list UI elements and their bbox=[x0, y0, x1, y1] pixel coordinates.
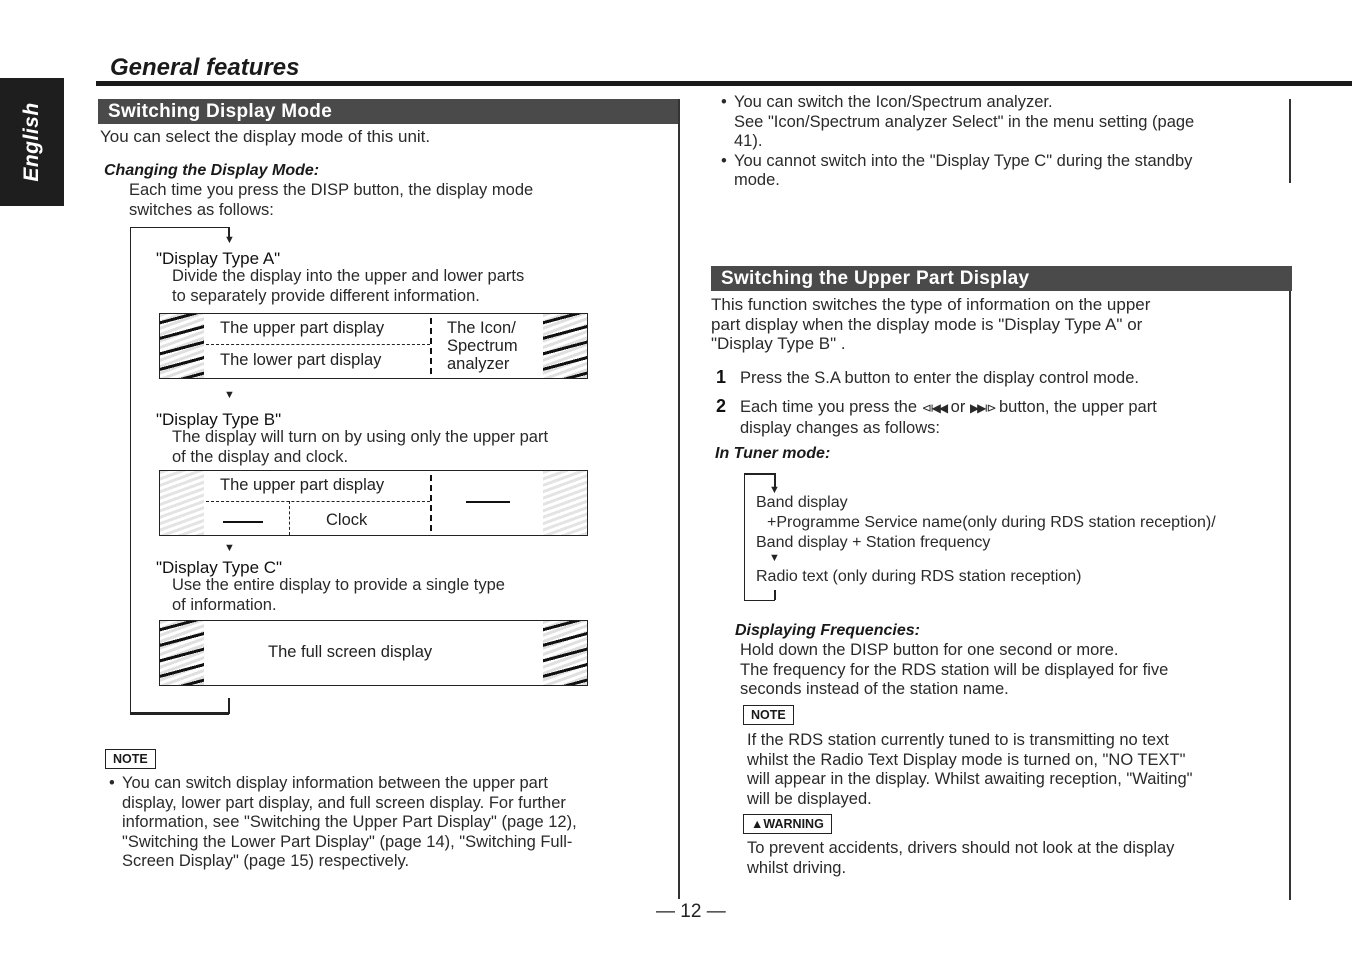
icon-spectrum-label: The Icon/ Spectrum analyzer bbox=[447, 319, 518, 373]
rds-note-text: If the RDS station currently tuned to is… bbox=[747, 731, 1193, 808]
tuner-flow-item-1: Band display +Programme Service name(onl… bbox=[756, 493, 1216, 553]
note-label: NOTE bbox=[743, 705, 794, 725]
mode-c-title: "Display Type C" bbox=[156, 558, 283, 577]
upper-part-label: The upper part display bbox=[220, 476, 385, 494]
list-item: • You can switch display information bet… bbox=[109, 774, 577, 870]
upper-part-label: The upper part display bbox=[220, 319, 385, 337]
display-edge-pattern bbox=[160, 621, 204, 685]
step-2: 2 Each time you press the ⧏◀◀ or ▶▶⧐ but… bbox=[716, 396, 1157, 437]
title-rule bbox=[96, 81, 1352, 86]
warning-triangle-icon: ▲ bbox=[751, 817, 764, 831]
mode-a-title: "Display Type A" bbox=[156, 249, 281, 268]
section-heading-display-mode: Switching Display Mode bbox=[98, 99, 679, 124]
arrow-down-icon: ▼ bbox=[224, 389, 235, 401]
step-1: 1 Press the S.A button to enter the disp… bbox=[716, 367, 1139, 387]
display-edge-pattern bbox=[543, 471, 587, 535]
upper-part-intro: This function switches the type of infor… bbox=[711, 295, 1151, 353]
display-edge-pattern bbox=[543, 621, 587, 685]
lower-part-label: The lower part display bbox=[220, 351, 382, 369]
page-title: General features bbox=[110, 54, 300, 81]
right-margin-line bbox=[1289, 266, 1291, 900]
note-label: NOTE bbox=[105, 749, 156, 769]
warning-text: To prevent accidents, drivers should not… bbox=[747, 839, 1175, 877]
intro-text: You can select the display mode of this … bbox=[100, 127, 431, 146]
instruction-text: Each time you press the DISP button, the… bbox=[129, 181, 534, 219]
bullet-icon: • bbox=[721, 93, 727, 111]
page-number: — 12 — bbox=[656, 901, 726, 922]
note-bullet-list: • You can switch display information bet… bbox=[109, 774, 577, 872]
mode-b-title: "Display Type B" bbox=[156, 410, 282, 429]
list-item: • You cannot switch into the "Display Ty… bbox=[721, 151, 1193, 190]
frequencies-text: Hold down the DISP button for one second… bbox=[740, 641, 1169, 698]
previous-track-icon: ⧏◀◀ bbox=[921, 401, 949, 415]
display-edge-pattern bbox=[160, 471, 204, 535]
language-tab-label: English bbox=[20, 102, 43, 182]
display-panel-type-a: The upper part display The lower part di… bbox=[159, 313, 588, 379]
display-edge-pattern bbox=[160, 314, 204, 378]
bullet-icon: • bbox=[109, 774, 115, 792]
display-edge-pattern bbox=[543, 314, 587, 378]
full-screen-label: The full screen display bbox=[268, 643, 433, 661]
frequencies-heading: Displaying Frequencies: bbox=[735, 622, 920, 639]
clock-label: Clock bbox=[326, 511, 368, 529]
arrow-down-icon: ▼ bbox=[769, 552, 780, 564]
mode-c-description: Use the entire display to provide a sing… bbox=[172, 576, 505, 614]
right-margin-line bbox=[1289, 99, 1291, 183]
section-heading-upper-part: Switching the Upper Part Display bbox=[711, 266, 1292, 291]
step-number: 2 bbox=[716, 396, 727, 416]
tuner-flow-item-2: Radio text (only during RDS station rece… bbox=[756, 567, 1082, 587]
mode-b-description: The display will turn on by using only t… bbox=[172, 428, 549, 466]
right-bullet-list: • You can switch the Icon/Spectrum analy… bbox=[721, 93, 1194, 191]
language-tab: English bbox=[0, 78, 64, 206]
tuner-mode-heading: In Tuner mode: bbox=[715, 445, 831, 462]
step-number: 1 bbox=[716, 367, 727, 387]
bullet-icon: • bbox=[721, 151, 727, 170]
display-panel-type-b: The upper part display Clock bbox=[159, 470, 588, 536]
mode-a-description: Divide the display into the upper and lo… bbox=[172, 267, 525, 305]
arrow-down-icon: ▼ bbox=[224, 234, 235, 246]
subheading-changing-mode: Changing the Display Mode: bbox=[104, 162, 320, 179]
warning-label: ▲WARNING bbox=[743, 814, 832, 834]
column-divider bbox=[678, 99, 680, 899]
arrow-down-icon: ▼ bbox=[224, 542, 235, 554]
list-item: • You can switch the Icon/Spectrum analy… bbox=[721, 93, 1195, 150]
display-panel-type-c: The full screen display bbox=[159, 620, 588, 686]
next-track-icon: ▶▶⧐ bbox=[969, 401, 997, 415]
